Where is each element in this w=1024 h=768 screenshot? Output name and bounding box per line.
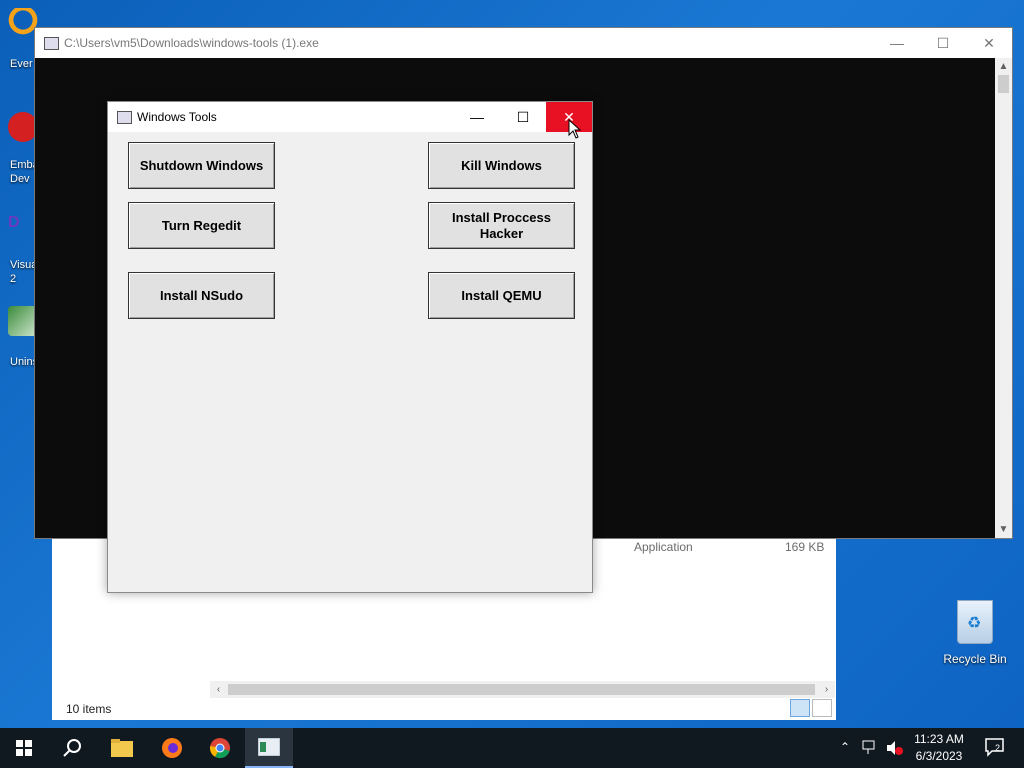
tools-minimize-button[interactable]: — — [454, 102, 500, 132]
console-minimize-button[interactable]: — — [874, 28, 920, 58]
file-row[interactable]: Application 169 KB — [634, 540, 824, 554]
console-title: C:\Users\vm5\Downloads\windows-tools (1)… — [64, 36, 319, 50]
file-size: 169 KB — [785, 540, 825, 554]
install-qemu-button[interactable]: Install QEMU — [428, 272, 575, 319]
windows-tools-window: Windows Tools — ☐ ✕ Shutdown Windows Kil… — [107, 101, 593, 593]
notification-count-badge: 2 — [995, 743, 1001, 753]
recycle-bin-label: Recycle Bin — [943, 652, 1007, 666]
file-explorer-taskbar-button[interactable] — [98, 728, 146, 768]
horizontal-scrollbar[interactable]: ‹ › — [210, 681, 835, 698]
desktop-icon-label: Emba Dev — [10, 159, 39, 185]
console-app-icon — [44, 37, 59, 50]
search-icon — [63, 739, 81, 757]
tools-title: Windows Tools — [137, 110, 217, 124]
tools-app-icon — [117, 111, 132, 124]
tools-maximize-button[interactable]: ☐ — [500, 102, 546, 132]
turn-regedit-button[interactable]: Turn Regedit — [128, 202, 275, 249]
desktop-icon-visual[interactable]: D Visua 2 — [0, 214, 37, 285]
console-vertical-scrollbar[interactable]: ▲ ▼ — [995, 58, 1012, 538]
desktop-icon-embarcadero[interactable]: Emba Dev — [0, 112, 39, 185]
firefox-taskbar-button[interactable] — [148, 728, 196, 768]
scroll-right-icon[interactable]: › — [818, 681, 835, 698]
firefox-icon — [162, 738, 182, 758]
windows-tools-taskbar-button[interactable] — [245, 728, 293, 768]
large-icons-view-button[interactable] — [812, 699, 832, 717]
clock-time: 11:23 AM — [914, 732, 964, 746]
windows-tools-app-icon — [258, 738, 280, 756]
console-close-button[interactable]: ✕ — [966, 28, 1012, 58]
file-type: Application — [634, 540, 693, 554]
taskbar: ⌃ 11:23 AM 6/3/2023 2 — [0, 728, 1024, 768]
scrollbar-thumb[interactable] — [998, 75, 1009, 93]
install-process-hacker-button[interactable]: Install Proccess Hacker — [428, 202, 575, 249]
scrollbar-thumb[interactable] — [228, 684, 815, 695]
recycle-bin[interactable]: ♻ Recycle Bin — [940, 600, 1010, 666]
network-icon[interactable] — [862, 740, 880, 756]
volume-muted-icon[interactable] — [886, 740, 904, 756]
status-bar-item-count: 10 items — [66, 702, 112, 716]
file-explorer-icon — [111, 739, 133, 757]
start-icon — [16, 740, 32, 756]
scroll-left-icon[interactable]: ‹ — [210, 681, 227, 698]
desktop-icon-ever[interactable]: Ever — [0, 8, 38, 70]
chrome-taskbar-button[interactable] — [196, 728, 244, 768]
action-center-button[interactable]: 2 — [984, 736, 1006, 761]
start-button[interactable] — [0, 728, 48, 768]
scroll-down-icon[interactable]: ▼ — [995, 521, 1012, 538]
show-hidden-icons-button[interactable]: ⌃ — [840, 740, 850, 754]
taskbar-clock[interactable]: 11:23 AM 6/3/2023 — [905, 731, 973, 765]
desktop-icon-uninstall[interactable]: Unins — [0, 306, 38, 368]
details-view-button[interactable] — [790, 699, 810, 717]
search-button[interactable] — [48, 728, 96, 768]
console-title-bar[interactable]: C:\Users\vm5\Downloads\windows-tools (1)… — [35, 28, 1012, 58]
tools-title-bar[interactable]: Windows Tools — ☐ ✕ — [108, 102, 592, 132]
console-maximize-button[interactable]: ☐ — [920, 28, 966, 58]
scroll-up-icon[interactable]: ▲ — [995, 58, 1012, 75]
clock-date: 6/3/2023 — [915, 749, 963, 763]
mouse-cursor-icon — [568, 119, 582, 139]
kill-windows-button[interactable]: Kill Windows — [428, 142, 575, 189]
recycle-bin-icon: ♻ — [957, 600, 993, 644]
install-nsudo-button[interactable]: Install NSudo — [128, 272, 275, 319]
shutdown-windows-button[interactable]: Shutdown Windows — [128, 142, 275, 189]
desktop-icon-label: Ever — [10, 58, 33, 70]
chrome-icon — [209, 738, 230, 759]
